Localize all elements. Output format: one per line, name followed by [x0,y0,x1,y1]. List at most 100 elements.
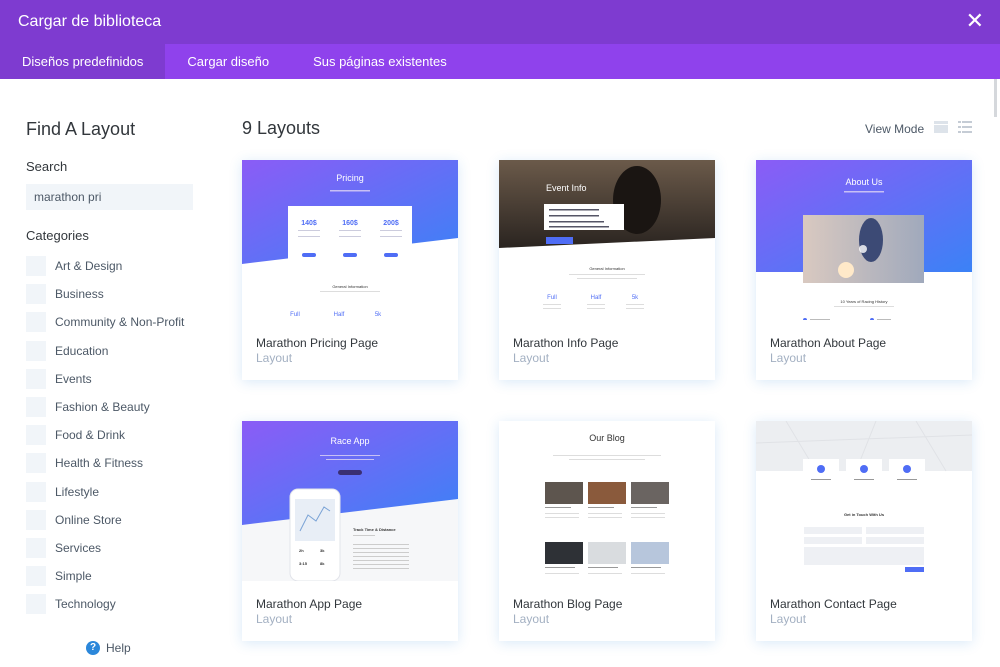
category-item[interactable]: Art & Design [26,252,184,280]
thumb-title: Our Blog [589,433,625,443]
category-label: Online Store [55,512,122,527]
thumb-sub: Track Time & Distance [353,527,396,532]
category-checkbox[interactable] [26,509,46,530]
category-item[interactable]: Simple [26,562,184,590]
tab-load-layout[interactable]: Cargar diseño [165,44,291,79]
category-label: Lifestyle [55,484,100,499]
category-checkbox[interactable] [26,312,46,333]
view-mode-label: View Mode [865,122,925,136]
layout-card-about[interactable]: About Us 10 Years of Racing History Mara… [756,160,972,380]
thumb-phone-stat: 8k [320,561,325,566]
thumb-stat: Full [547,295,557,301]
layout-card-app[interactable]: Race App 2h 3k 3:15 8k Track Time & Dist… [242,421,458,641]
layout-card-blog[interactable]: Our Blog Marathon Blog Page Layout [499,421,715,641]
modal-title: Cargar de biblioteca [18,13,162,30]
category-list: Art & Design Business Community & Non-Pr… [26,252,184,618]
category-checkbox[interactable] [26,453,46,474]
layout-thumbnail: Get in Touch With Us [756,421,972,581]
thumb-price: 160$ [342,220,358,227]
help-label: Help [106,641,131,655]
search-label: Search [26,159,68,174]
thumb-title: Pricing [336,173,364,183]
category-label: Business [55,287,104,302]
category-item[interactable]: Business [26,280,184,308]
thumb-stat: 5k [375,312,382,318]
category-item[interactable]: Education [26,337,184,365]
thumb-stat: Full [290,312,300,318]
category-item[interactable]: Community & Non-Profit [26,308,184,336]
layout-card-pricing[interactable]: Pricing 140$ 160$ 200$ General Informati… [242,160,458,380]
category-checkbox[interactable] [26,481,46,502]
layout-name: Marathon App Page [256,597,363,611]
layout-type: Layout [256,612,293,626]
category-checkbox[interactable] [26,284,46,305]
thumb-sub: Get in Touch With Us [844,512,885,517]
category-item[interactable]: Food & Drink [26,421,184,449]
thumb-phone-stat: 3k [320,548,325,553]
layout-thumbnail: Race App 2h 3k 3:15 8k Track Time & Dist… [242,421,458,581]
layout-thumbnail: Event Info General Information Full Half… [499,160,715,320]
category-checkbox[interactable] [26,256,46,277]
help-icon: ? [86,641,100,655]
layout-type: Layout [256,351,293,365]
modal-header: Cargar de biblioteca ✕ [0,0,1000,44]
thumb-stat: 5k [632,295,639,301]
category-label: Health & Fitness [55,456,144,471]
layout-name: Marathon Info Page [513,336,619,350]
category-item[interactable]: Events [26,365,184,393]
category-checkbox[interactable] [26,340,46,361]
tab-predefined-layouts[interactable]: Diseños predefinidos [0,44,166,79]
layout-name: Marathon Pricing Page [256,336,379,350]
help-link[interactable]: ? Help [86,641,131,655]
sidebar: Find A Layout Search Categories Art & De… [0,79,215,667]
category-checkbox[interactable] [26,368,46,389]
search-input[interactable] [26,184,193,210]
thumb-phone-stat: 2h [299,548,304,553]
scrollbar[interactable] [994,79,997,117]
category-label: Community & Non-Profit [55,315,185,330]
thumb-sub: 10 Years of Racing History [840,299,887,304]
category-item[interactable]: Technology [26,590,184,618]
thumb-info: General Information [332,284,367,289]
layout-card-contact[interactable]: Get in Touch With Us Marathon Contact Pa… [756,421,972,641]
thumb-stat: Half [334,312,345,318]
category-item[interactable]: Services [26,534,184,562]
category-label: Services [55,540,102,555]
category-checkbox[interactable] [26,594,46,615]
layout-type: Layout [513,351,550,365]
tab-bar: Diseños predefinidos Cargar diseño Sus p… [0,44,1000,79]
category-checkbox[interactable] [26,425,46,446]
category-checkbox[interactable] [26,566,46,587]
thumb-phone-stat: 3:15 [299,561,308,566]
layout-name: Marathon Contact Page [770,597,897,611]
layout-card-info[interactable]: Event Info General Information Full Half… [499,160,715,380]
layout-type: Layout [770,351,807,365]
category-checkbox[interactable] [26,397,46,418]
category-label: Fashion & Beauty [55,400,150,415]
layout-name: Marathon About Page [770,336,887,350]
layout-type: Layout [513,612,550,626]
category-checkbox[interactable] [26,537,46,558]
category-label: Education [55,343,109,358]
category-item[interactable]: Lifestyle [26,478,184,506]
layout-thumbnail: Our Blog [499,421,715,581]
thumb-price: 140$ [301,220,317,227]
thumb-title: Event Info [546,183,587,193]
thumb-info: General Information [589,266,624,271]
thumb-price: 200$ [383,220,399,227]
layout-thumbnail: Pricing 140$ 160$ 200$ General Informati… [242,160,458,320]
grid-view-icon[interactable] [934,121,948,133]
close-icon[interactable]: ✕ [966,10,984,32]
category-item[interactable]: Fashion & Beauty [26,393,184,421]
thumb-title: About Us [845,177,883,187]
categories-label: Categories [26,228,89,243]
list-view-icon[interactable] [958,121,972,133]
layouts-count: 9 Layouts [242,118,321,138]
category-item[interactable]: Health & Fitness [26,449,184,477]
thumb-title: Race App [330,436,369,446]
layout-thumbnail: About Us 10 Years of Racing History [756,160,972,320]
tab-existing-pages[interactable]: Sus páginas existentes [291,44,469,79]
category-label: Simple [55,569,92,584]
sidebar-title: Find A Layout [26,119,136,139]
category-item[interactable]: Online Store [26,506,184,534]
